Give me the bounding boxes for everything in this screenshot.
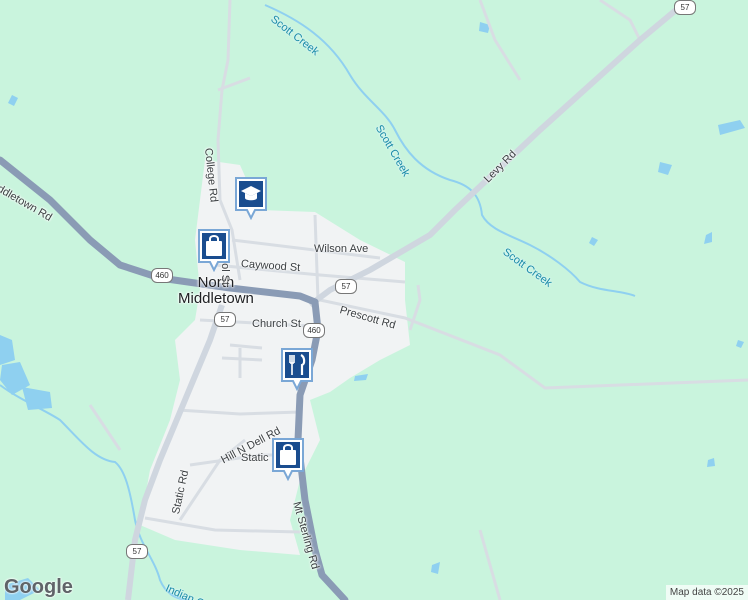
school-pin[interactable]: [233, 176, 269, 221]
shopping-pin-south[interactable]: [270, 437, 306, 482]
street-label-static-h: Static: [241, 452, 269, 464]
ky-57-shield-south: 57: [126, 544, 148, 559]
fork-knife-icon: [281, 348, 313, 392]
us-460-shield-center: 460: [303, 323, 325, 338]
town-label-line-1: North: [197, 274, 235, 291]
street-label-church-st: Church St: [252, 318, 301, 330]
town-label-line-2: Middletown: [178, 290, 254, 307]
ky-57-shield-sw: 57: [214, 312, 236, 327]
ky-57-shield-town: 57: [335, 279, 357, 294]
shopping-bag-icon: [272, 438, 304, 482]
map-attribution[interactable]: Map data ©2025: [665, 585, 748, 600]
restaurant-pin[interactable]: [279, 347, 315, 392]
street-label-wilson-ave: Wilson Ave: [314, 243, 369, 255]
ky-57-shield-ne: 57: [674, 0, 696, 15]
map-canvas[interactable]: North Middletown College Rd School St Wi…: [0, 0, 748, 600]
shopping-pin-north[interactable]: [196, 228, 232, 273]
graduation-cap-icon: [235, 177, 267, 221]
us-460-shield-west: 460: [151, 268, 173, 283]
shopping-bag-icon: [198, 229, 230, 273]
google-logo[interactable]: Google: [4, 576, 73, 599]
map-base-layer: [0, 0, 748, 600]
town-label: North Middletown: [178, 275, 254, 307]
